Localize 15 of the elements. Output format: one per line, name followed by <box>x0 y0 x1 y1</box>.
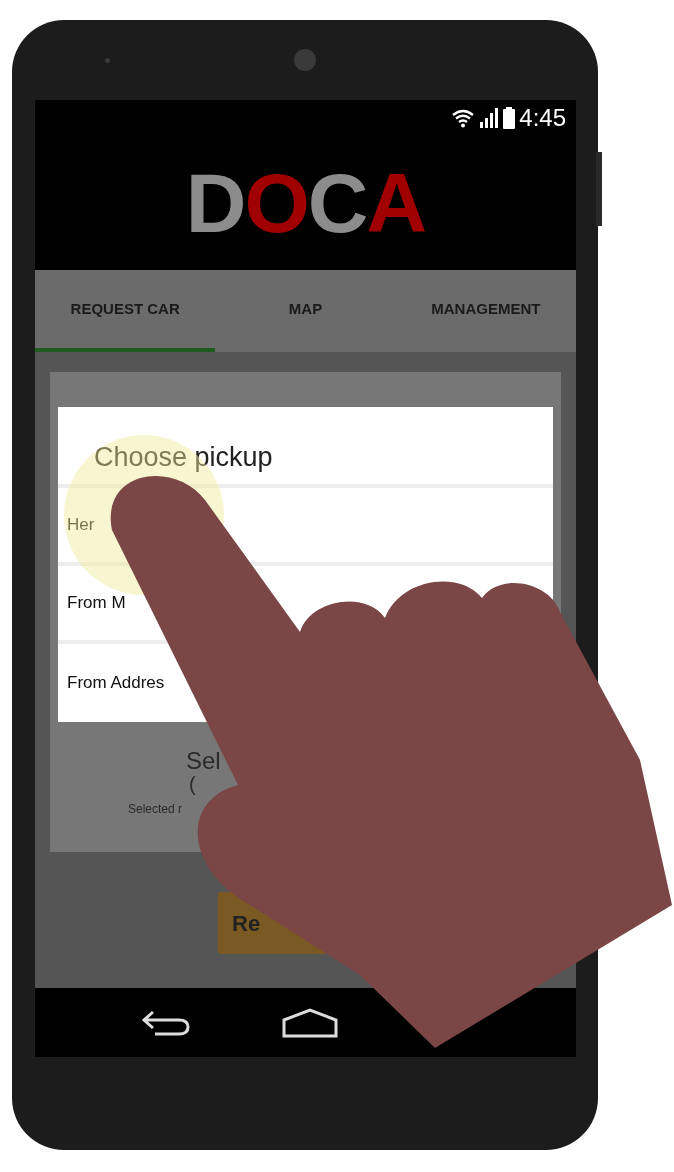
card-subheading: ( <box>188 773 196 794</box>
wifi-icon <box>451 107 476 128</box>
tab[interactable]: REQUEST CAR <box>35 270 216 352</box>
home-icon[interactable] <box>282 1007 339 1038</box>
app-logo: DOCA <box>185 160 426 245</box>
tab[interactable]: MANAGEMENT <box>395 270 576 352</box>
clock-time: 4:45 <box>519 105 566 130</box>
tab[interactable]: MAP <box>215 270 396 352</box>
battery-icon <box>503 106 516 129</box>
card-note: Selected r <box>128 800 183 818</box>
card-heading: Sel <box>186 747 221 774</box>
speaker-dot <box>105 58 110 63</box>
camera-lens <box>294 49 316 71</box>
signal-icon <box>479 107 500 128</box>
back-icon[interactable] <box>140 1008 191 1037</box>
